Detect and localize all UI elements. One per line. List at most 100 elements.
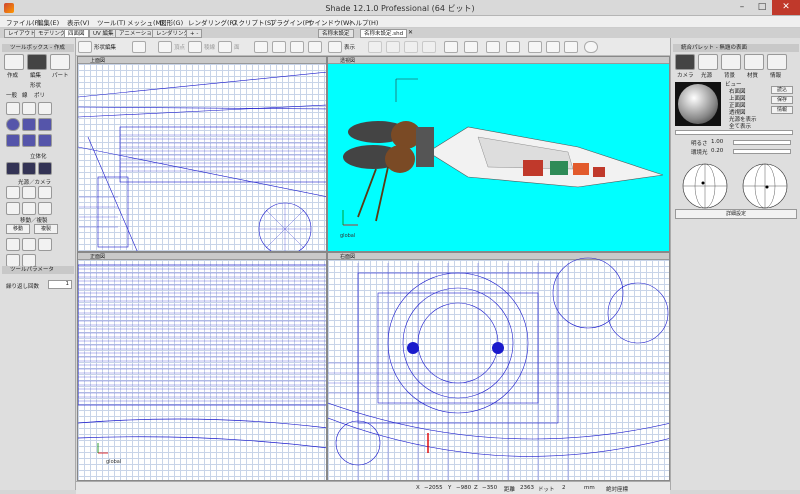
sweep-tool-icon[interactable] (38, 162, 52, 175)
load-button[interactable]: 読込 (771, 86, 793, 94)
area-light-icon[interactable] (38, 186, 52, 199)
detail-button[interactable]: 詳細設定 (675, 209, 797, 219)
close-icon[interactable]: ✕ (772, 0, 800, 15)
menu-script[interactable]: スクリプト(S) (232, 17, 274, 27)
rotate-icon[interactable] (272, 41, 286, 53)
cone-tool-icon[interactable] (6, 134, 20, 147)
menu-tool[interactable]: ツール(T) (97, 17, 126, 27)
menu-edit[interactable]: 編集(E) (37, 17, 59, 27)
material-tab-icon[interactable] (744, 54, 764, 70)
brightness-value[interactable]: 1.00 (711, 139, 723, 145)
left-panel: ツールボックス - 作成 作成 編集 パート 形状 一般 線 ポリ 立体化 光源… (0, 38, 76, 490)
tab-four-view[interactable]: 四面図 (64, 29, 89, 38)
light-preview[interactable] (675, 82, 721, 126)
save-button[interactable]: 保存 (771, 96, 793, 104)
revolve-tool-icon[interactable] (22, 162, 36, 175)
polygon-tool-icon[interactable] (38, 134, 52, 147)
rect-tool-icon[interactable] (22, 102, 36, 115)
menu-plugin[interactable]: プラグイン(P) (270, 17, 312, 27)
ambient-label: 環境光 (691, 150, 708, 156)
background-tab-icon[interactable] (721, 54, 741, 70)
line-tool-icon[interactable] (6, 102, 20, 115)
light-tool-icon[interactable] (6, 186, 20, 199)
shape-edit-icon[interactable] (78, 41, 92, 53)
extrude-tool-icon[interactable] (6, 162, 20, 175)
box-tool-icon[interactable] (22, 118, 36, 131)
layout-2-icon[interactable] (546, 41, 560, 53)
camera-icon[interactable] (132, 41, 146, 53)
sphere-icon[interactable] (584, 41, 598, 53)
tab-uv[interactable]: UV 編集 (89, 29, 118, 38)
info-button[interactable]: 情報 (771, 106, 793, 114)
menu-render[interactable]: レンダリング(R) (188, 17, 237, 27)
dot-label: ドット (538, 487, 555, 493)
target-tool-icon[interactable] (22, 202, 36, 215)
menu-file[interactable]: ファイル(F) (6, 17, 41, 27)
render-icon[interactable] (444, 41, 458, 53)
viewport-bottom-left[interactable]: 正面図 global (77, 252, 327, 481)
camera-tab-icon[interactable] (675, 54, 695, 70)
tool-disabled-3-icon[interactable] (404, 41, 418, 53)
menu-view[interactable]: 表示(V) (67, 17, 90, 27)
grid-dark-icon[interactable] (506, 41, 520, 53)
brightness-slider[interactable] (733, 140, 791, 145)
move-button[interactable]: 移動 (6, 224, 30, 234)
maximize-icon[interactable]: □ (752, 0, 772, 15)
axis-icon[interactable] (328, 41, 342, 53)
torus-tool-icon[interactable] (22, 134, 36, 147)
info-tab-icon[interactable] (767, 54, 787, 70)
sphere-tool-icon[interactable] (6, 118, 20, 131)
select-rect-icon[interactable] (254, 41, 268, 53)
menu-help[interactable]: ヘルプ(H) (349, 17, 378, 27)
material-tab-label: 材質 (747, 73, 759, 79)
tool-disabled-2-icon[interactable] (386, 41, 400, 53)
shape-tab-line[interactable]: 線 (22, 91, 28, 99)
scale-icon[interactable] (290, 41, 304, 53)
doc-tab-2[interactable]: 名称未設定.shd (360, 29, 408, 38)
scale-tool-icon[interactable] (38, 238, 52, 251)
view-show-all[interactable]: 全て表示 (729, 122, 751, 130)
eye-tool-icon[interactable] (38, 202, 52, 215)
edge-mode-icon[interactable] (188, 41, 202, 53)
edit-tab-icon[interactable] (27, 54, 47, 70)
shape-tab-general[interactable]: 一般 (6, 91, 17, 99)
viewport-top-left[interactable]: 上面図 (77, 56, 327, 252)
copy-button[interactable]: 複製 (34, 224, 58, 234)
vertex-mode-icon[interactable] (158, 41, 172, 53)
ambient-value[interactable]: 0.20 (711, 148, 723, 154)
wireframe-top-left (78, 71, 326, 251)
close-tab-icon[interactable]: ✕ (408, 29, 413, 36)
tool-disabled-1-icon[interactable] (368, 41, 382, 53)
right-panel: 統合パレット - 無題の表面 カメラ 光源 背景 材質 情報 ビュー 右面図 上… (670, 38, 800, 490)
rotate-tool-icon[interactable] (22, 238, 36, 251)
photo-icon[interactable] (464, 41, 478, 53)
menu-shape[interactable]: 図形(G) (160, 17, 183, 27)
viewport-bottom-right[interactable]: 右面図 (327, 252, 670, 481)
shape-tab-poly[interactable]: ポリ (34, 91, 45, 99)
preview-slider[interactable] (675, 130, 793, 135)
part-tab-icon[interactable] (50, 54, 70, 70)
face-mode-icon[interactable] (218, 41, 232, 53)
ambient-slider[interactable] (733, 149, 791, 154)
vertex-mode-label: 頂点 (174, 45, 186, 51)
create-tab-icon[interactable] (4, 54, 24, 70)
coord-mode[interactable]: 絶対座標 (606, 485, 628, 493)
snap-icon[interactable] (308, 41, 322, 53)
layout-3-icon[interactable] (564, 41, 578, 53)
spot-light-icon[interactable] (22, 186, 36, 199)
move-tool-icon[interactable] (6, 238, 20, 251)
light-tab-icon[interactable] (698, 54, 718, 70)
grid-view-icon[interactable] (486, 41, 500, 53)
menu-mesh[interactable]: メッシュ(M) (127, 17, 164, 27)
camera-tool-icon[interactable] (6, 202, 20, 215)
circle-tool-icon[interactable] (38, 102, 52, 115)
repeat-input[interactable]: 1 (48, 280, 72, 289)
viewport-perspective[interactable]: 透視図 global (327, 56, 670, 252)
minimize-icon[interactable]: – (732, 0, 752, 15)
layout-1-icon[interactable] (528, 41, 542, 53)
tool-disabled-4-icon[interactable] (422, 41, 436, 53)
menu-window[interactable]: ウインドウ(W) (308, 17, 352, 27)
cylinder-tool-icon[interactable] (38, 118, 52, 131)
doc-tab-1[interactable]: 名称未設定 (318, 29, 354, 38)
tab-add-remove[interactable]: + - (186, 29, 203, 38)
